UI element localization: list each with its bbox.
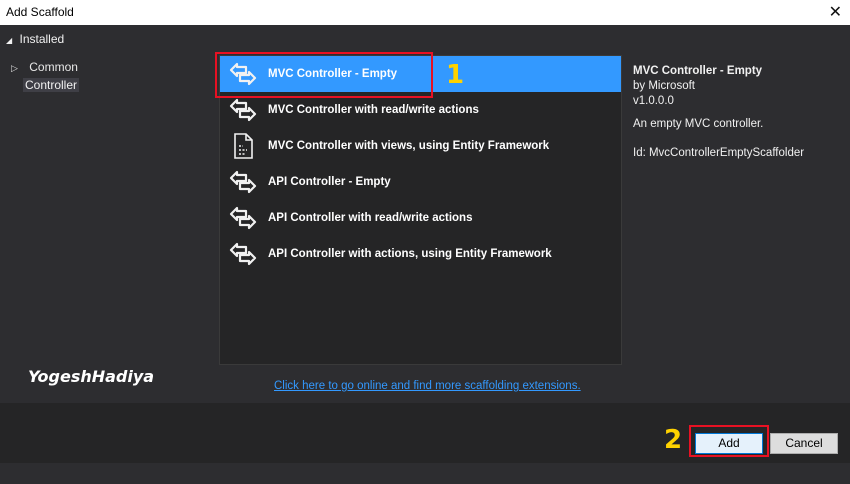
step-marker-2: 2: [664, 425, 683, 455]
cancel-button[interactable]: Cancel: [770, 433, 838, 454]
installed-header[interactable]: ◢ Installed: [6, 32, 64, 46]
list-item-label: MVC Controller with views, using Entity …: [268, 140, 550, 152]
controller-icon: [229, 206, 257, 230]
details-id: Id: MvcControllerEmptyScaffolder: [633, 147, 805, 159]
details-author: by Microsoft: [633, 80, 695, 92]
views-document-icon: [234, 133, 253, 159]
tree-item-controller[interactable]: Controller: [23, 78, 80, 92]
list-item-label: API Controller with actions, using Entit…: [268, 248, 552, 260]
highlight-box-selected-item: [215, 52, 433, 98]
window-title: Add Scaffold: [6, 5, 74, 19]
tree-item-label: Common: [29, 60, 78, 74]
title-bar: Add Scaffold ✕: [0, 0, 850, 25]
list-item-label: MVC Controller with read/write actions: [268, 104, 479, 116]
close-icon[interactable]: ✕: [829, 2, 842, 22]
list-item[interactable]: API Controller with read/write actions: [220, 200, 621, 236]
controller-icon: [229, 242, 257, 266]
controller-icon: [229, 170, 257, 194]
list-item-label: API Controller with read/write actions: [268, 212, 473, 224]
footer-strip: [0, 463, 850, 484]
step-marker-1: 1: [446, 60, 465, 90]
controller-icon: [229, 98, 257, 122]
online-extensions-link[interactable]: Click here to go online and find more sc…: [274, 380, 581, 392]
highlight-box-add-button: [689, 425, 769, 457]
expand-arrow-icon: ▷: [11, 63, 18, 73]
details-description: An empty MVC controller.: [633, 118, 764, 130]
scaffold-list: MVC Controller - Empty MVC Controller wi…: [219, 55, 622, 365]
list-item[interactable]: API Controller with actions, using Entit…: [220, 236, 621, 272]
details-version: v1.0.0.0: [633, 95, 674, 107]
installed-label: Installed: [19, 32, 65, 46]
tree-item-common[interactable]: ▷ Common: [11, 60, 78, 74]
watermark: YogeshHadiya: [28, 367, 155, 386]
list-item[interactable]: API Controller - Empty: [220, 164, 621, 200]
list-item[interactable]: MVC Controller with views, using Entity …: [220, 128, 621, 164]
list-item-label: API Controller - Empty: [268, 176, 391, 188]
collapse-triangle-icon: ◢: [6, 36, 13, 45]
details-panel: MVC Controller - Empty by Microsoft v1.0…: [633, 64, 804, 161]
details-name: MVC Controller - Empty: [633, 65, 763, 77]
